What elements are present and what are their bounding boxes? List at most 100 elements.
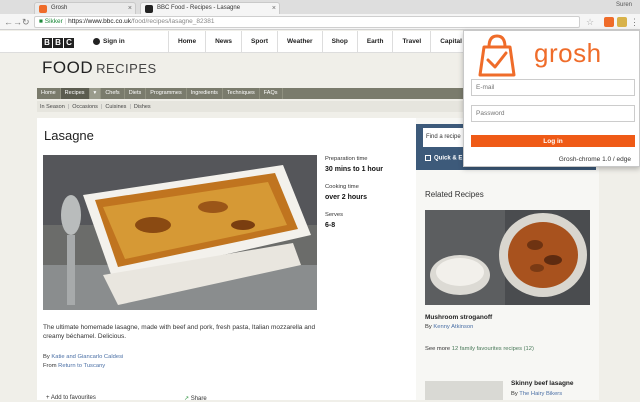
nav-travel[interactable]: Travel: [392, 31, 430, 53]
plus-icon: +: [46, 395, 50, 401]
extension-icon[interactable]: [617, 17, 627, 27]
share-button[interactable]: ↗ Share: [184, 395, 207, 402]
dropdown-arrow-icon[interactable]: ▾: [89, 88, 102, 99]
tab-bar: Grosh × BBC Food - Recipes - Lasagne × S…: [0, 0, 640, 14]
serves-value: 6-8: [325, 222, 336, 229]
skinny-lasagne-image[interactable]: [425, 381, 503, 400]
recipe-description: The ultimate homemade lasagne, made with…: [43, 324, 316, 340]
from-prefix: From: [43, 363, 57, 369]
url-host: https://www.bbc.co.uk: [68, 18, 131, 25]
recipe-author: By Katie and Giancarlo Caldesi: [43, 354, 123, 360]
food-nav-techniques[interactable]: Techniques: [223, 88, 260, 99]
forward-icon[interactable]: →: [13, 16, 22, 28]
cook-time-label: Cooking time: [325, 184, 359, 190]
share-icon: ↗: [184, 396, 190, 402]
subnav-cuisines[interactable]: Cuisines: [102, 104, 129, 110]
grosh-favicon-icon: [39, 5, 47, 13]
prep-time-label: Preparation time: [325, 156, 368, 162]
related-2-author-link[interactable]: The Hairy Bikers: [519, 391, 562, 397]
nav-home[interactable]: Home: [168, 31, 205, 53]
close-tab-icon[interactable]: ×: [272, 3, 276, 14]
secure-label: Sikker: [44, 18, 63, 25]
subnav-occasions[interactable]: Occasions: [69, 104, 101, 110]
nav-sport[interactable]: Sport: [241, 31, 277, 53]
close-tab-icon[interactable]: ×: [128, 3, 132, 14]
grosh-wordmark: grosh: [534, 38, 602, 68]
add-fav-label: Add to favourites: [50, 395, 96, 401]
share-label: Share: [190, 396, 207, 402]
mushroom-stroganoff-image[interactable]: [425, 210, 590, 305]
recipes-subtitle: RECIPES: [96, 61, 157, 76]
lasagne-photo: [43, 155, 317, 310]
tab-label: BBC Food - Recipes - Lasagne: [157, 5, 241, 11]
reload-icon[interactable]: ↻: [22, 16, 30, 28]
by-prefix: By: [511, 391, 518, 397]
sign-in-label: Sign in: [103, 38, 125, 46]
logo-letter: C: [64, 38, 74, 48]
bbc-top-nav: Home News Sport Weather Shop Earth Trave…: [168, 31, 471, 53]
star-icon[interactable]: ☆: [586, 16, 594, 28]
nav-news[interactable]: News: [205, 31, 241, 53]
by-prefix: By: [43, 354, 50, 360]
see-more-prefix: See more: [425, 346, 451, 352]
version-label: Grosh-chrome 1.0 / edge: [558, 156, 631, 163]
related-recipe-2-name[interactable]: Skinny beef lasagne: [511, 380, 574, 387]
login-button[interactable]: Log in: [471, 135, 635, 147]
password-field[interactable]: [471, 105, 635, 122]
url-input[interactable]: ■ Sikker | https://www.bbc.co.uk/food/re…: [34, 16, 580, 28]
related-recipe-1-name[interactable]: Mushroom stroganoff: [425, 314, 492, 321]
lock-icon: ■: [39, 18, 43, 25]
see-more-link[interactable]: 12 family favourites recipes (12): [452, 346, 534, 352]
email-field[interactable]: [471, 79, 635, 96]
subnav-dishes[interactable]: Dishes: [131, 104, 154, 110]
author-link[interactable]: Katie and Giancarlo Caldesi: [51, 354, 123, 360]
grosh-logo: grosh: [474, 33, 639, 77]
source-link[interactable]: Return to Tuscany: [58, 363, 105, 369]
grosh-popup: grosh Log in Grosh-chrome 1.0 / edge: [463, 30, 640, 167]
quick-easy-checkbox[interactable]: Quick & E: [425, 155, 462, 162]
menu-icon[interactable]: ⋮: [630, 16, 639, 28]
prep-time-value: 30 mins to 1 hour: [325, 166, 383, 173]
bbc-favicon-icon: [145, 5, 153, 13]
food-nav-programmes[interactable]: Programmes: [146, 88, 187, 99]
see-more: See more 12 family favourites recipes (1…: [425, 346, 534, 352]
cook-time-value: over 2 hours: [325, 194, 368, 201]
food-nav-recipes[interactable]: Recipes: [60, 88, 90, 99]
food-nav-home[interactable]: Home: [37, 88, 61, 99]
related-recipe-1-author: By Kenny Atkinson: [425, 324, 473, 330]
nav-weather[interactable]: Weather: [277, 31, 322, 53]
address-bar-row: ← → ↻ ■ Sikker | https://www.bbc.co.uk/f…: [0, 14, 640, 30]
food-nav-ingredients[interactable]: Ingredients: [187, 88, 223, 99]
food-nav-chefs[interactable]: Chefs: [101, 88, 125, 99]
tab-bbc-food[interactable]: BBC Food - Recipes - Lasagne ×: [140, 2, 280, 14]
sign-in-link[interactable]: Sign in: [93, 38, 125, 45]
shopping-bag-icon: [478, 34, 516, 77]
quick-label: Quick & E: [434, 155, 463, 162]
grosh-extension-icon[interactable]: [604, 17, 614, 27]
food-recipes-title[interactable]: FOOD RECIPES: [42, 58, 157, 78]
subnav-in-season[interactable]: In Season: [37, 104, 68, 110]
related-recipes-heading: Related Recipes: [425, 190, 484, 199]
profile-name[interactable]: Suren: [616, 2, 632, 8]
url-path: /food/recipes/lasagne_82381: [131, 18, 215, 25]
nav-shop[interactable]: Shop: [321, 31, 357, 53]
related-recipe-2-author: By The Hairy Bikers: [511, 391, 562, 397]
recipe-title: Lasagne: [44, 128, 94, 143]
nav-earth[interactable]: Earth: [356, 31, 393, 53]
user-icon: [93, 38, 100, 45]
serves-label: Serves: [325, 212, 344, 218]
tab-label: Grosh: [51, 5, 68, 11]
by-prefix: By: [425, 324, 432, 330]
recipe-source: From Return to Tuscany: [43, 363, 105, 369]
checkbox-icon: [425, 155, 431, 161]
food-nav-diets[interactable]: Diets: [125, 88, 147, 99]
tab-grosh[interactable]: Grosh ×: [34, 2, 136, 14]
add-to-favourites[interactable]: + Add to favourites: [46, 395, 96, 401]
related-1-author-link[interactable]: Kenny Atkinson: [433, 324, 473, 330]
bbc-logo[interactable]: B B C: [42, 38, 74, 48]
logo-letter: B: [53, 38, 63, 48]
back-icon[interactable]: ←: [4, 16, 13, 28]
food-nav-faqs[interactable]: FAQs: [260, 88, 283, 99]
logo-letter: B: [42, 38, 52, 48]
food-title: FOOD: [42, 58, 94, 77]
